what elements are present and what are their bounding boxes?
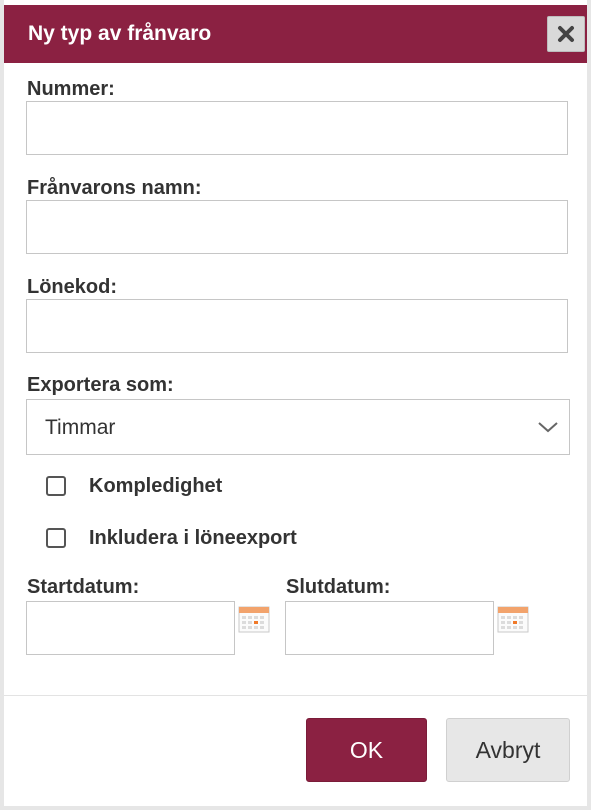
dialog-bottom-border [4,806,587,810]
close-icon [558,26,574,42]
calendar-icon[interactable] [497,605,529,633]
export-as-label: Exportera som: [27,374,174,396]
chevron-down-icon [538,422,558,433]
payroll-code-label: Lönekod: [27,276,117,298]
absence-type-dialog: Ny typ av frånvaro Nummer: Frånvarons na… [0,0,591,810]
dialog-title: Ny typ av frånvaro [28,22,212,45]
close-button[interactable] [547,16,585,52]
ok-button[interactable]: OK [306,718,427,782]
include-payroll-export-label[interactable]: Inkludera i löneexport [89,525,297,551]
start-date-input[interactable] [26,601,235,655]
dialog-titlebar: Ny typ av frånvaro [4,5,587,63]
number-label: Nummer: [27,78,115,100]
start-date-label: Startdatum: [27,576,140,598]
absence-name-input[interactable] [26,200,568,254]
kompledighet-checkbox[interactable] [46,476,66,496]
end-date-label: Slutdatum: [286,576,391,598]
number-input[interactable] [26,101,568,155]
calendar-icon[interactable] [238,605,270,633]
kompledighet-label[interactable]: Kompledighet [89,473,222,499]
export-as-select[interactable]: Timmar [26,399,570,455]
cancel-button[interactable]: Avbryt [446,718,570,782]
export-as-selected-value: Timmar [45,416,116,439]
payroll-code-input[interactable] [26,299,568,353]
include-payroll-export-checkbox[interactable] [46,528,66,548]
name-label: Frånvarons namn: [27,177,202,199]
footer-divider [4,695,587,696]
end-date-input[interactable] [285,601,494,655]
